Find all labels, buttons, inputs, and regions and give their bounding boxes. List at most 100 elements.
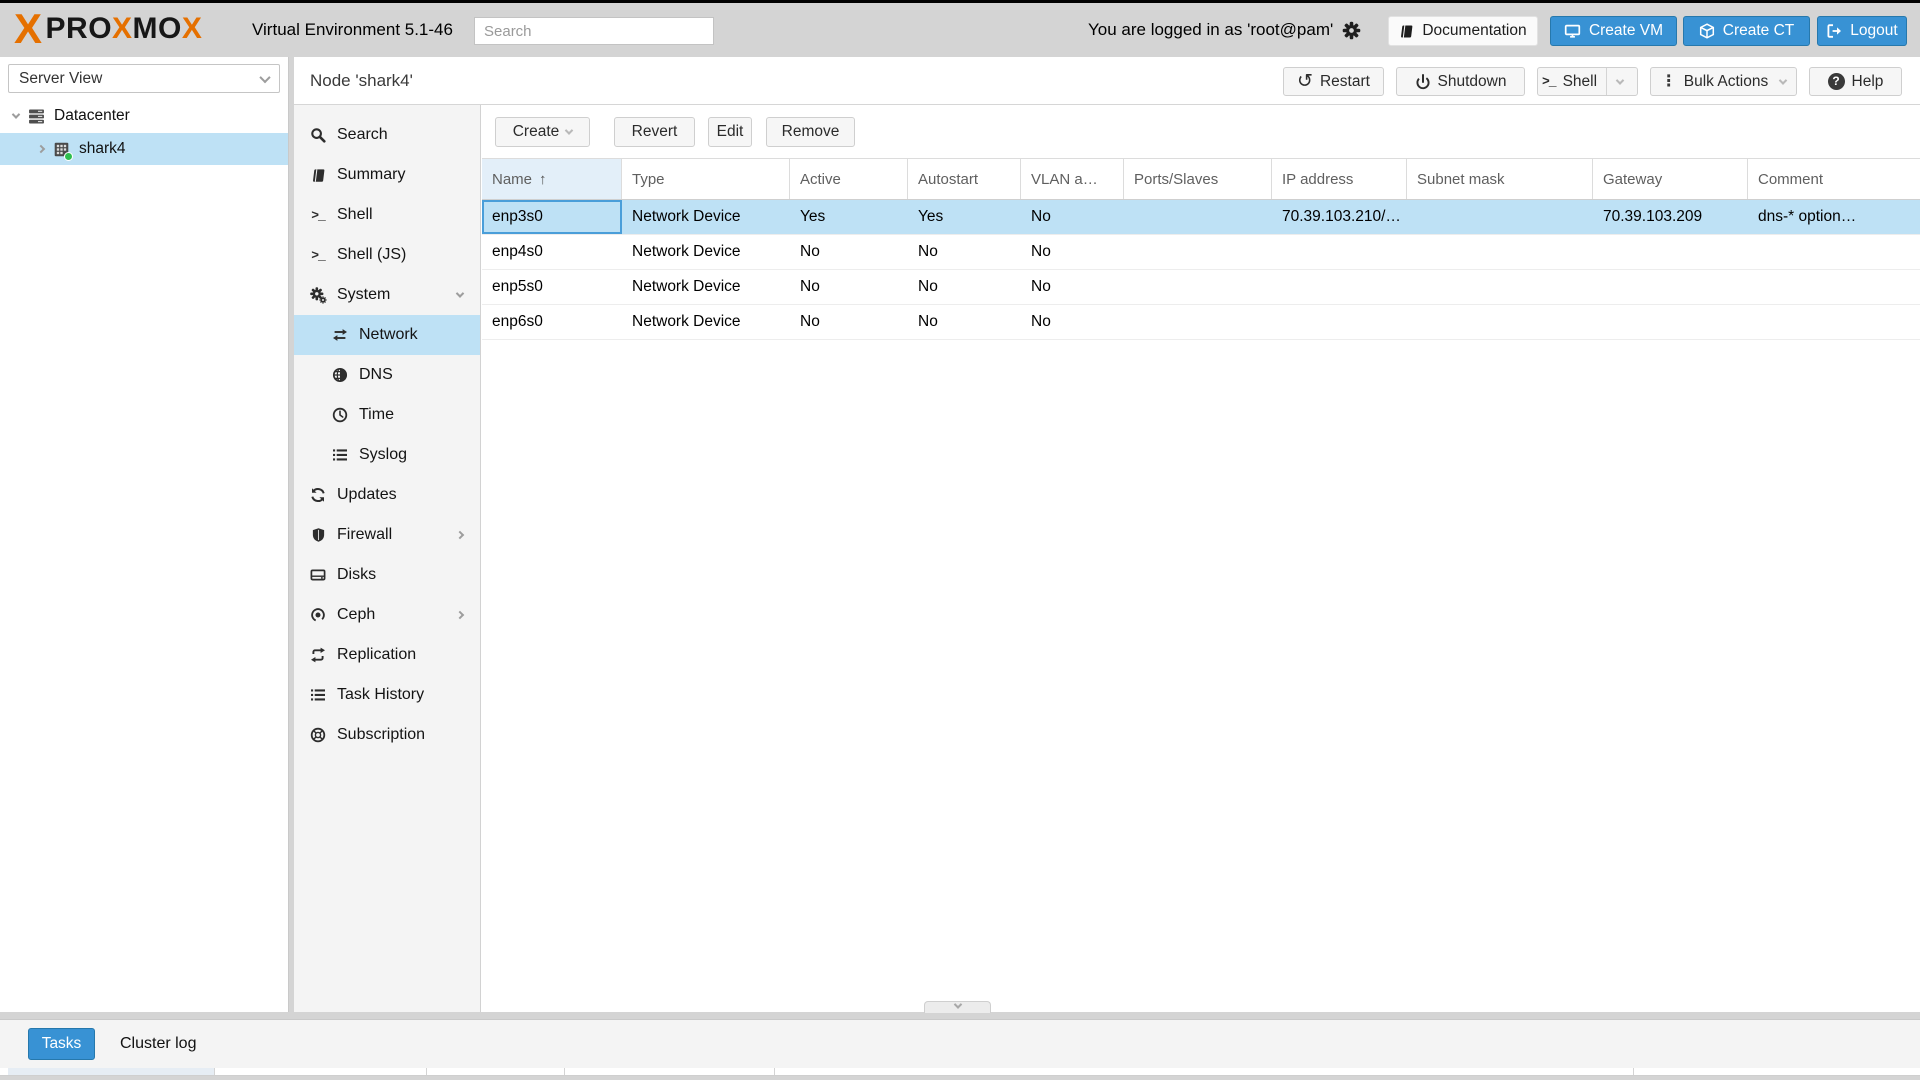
cluster-log-tab[interactable]: Cluster log (120, 1020, 196, 1068)
proxmox-logo: X PRO X MO X (14, 5, 203, 52)
menu-item-updates[interactable]: Updates (294, 475, 480, 515)
sort-asc-icon: ↑ (539, 170, 547, 188)
table-row-enp5s0[interactable]: enp5s0 Network Device No No No (482, 270, 1920, 305)
logout-button[interactable]: Logout (1817, 16, 1907, 46)
server-stack-icon (28, 108, 45, 125)
menu-item-task-history[interactable]: Task History (294, 675, 480, 715)
tasks-tab[interactable]: Tasks (28, 1028, 95, 1060)
node-icon (53, 141, 73, 161)
column-header-type[interactable]: Type (622, 159, 790, 199)
tree-item-datacenter[interactable]: Datacenter (0, 100, 288, 132)
monitor-icon (1564, 23, 1581, 39)
create-ct-button[interactable]: Create CT (1683, 16, 1810, 46)
menu-item-network[interactable]: Network (294, 315, 480, 355)
chevron-down-icon[interactable] (455, 289, 465, 298)
table-row-enp3s0[interactable]: enp3s0 Network Device Yes Yes No 70.39.1… (482, 200, 1920, 235)
chevron-right-icon[interactable] (455, 610, 465, 620)
column-header-active[interactable]: Active (790, 159, 908, 199)
book-icon (1399, 24, 1414, 39)
sign-out-icon (1826, 23, 1842, 39)
search-icon (308, 127, 328, 143)
shutdown-button[interactable]: Shutdown (1396, 67, 1525, 96)
restart-icon: ↺ (1297, 70, 1313, 92)
create-button[interactable]: Create (495, 117, 590, 147)
chevron-down-icon (1615, 75, 1625, 85)
help-icon: ? (1827, 73, 1845, 90)
menu-item-syslog[interactable]: Syslog (294, 435, 480, 475)
product-version: Virtual Environment 5.1-46 (252, 20, 453, 39)
page-title: Node 'shark4' (310, 71, 413, 90)
book-icon (308, 168, 328, 183)
menu-item-shell-js[interactable]: >_ Shell (JS) (294, 235, 480, 275)
lifebuoy-icon (308, 727, 328, 743)
network-content: Create Revert Edit Remove Name ↑ Type Act… (482, 105, 1920, 1012)
tasks-grid-header-sliver (0, 1068, 1920, 1076)
menu-item-time[interactable]: Time (294, 395, 480, 435)
chevron-down-icon (953, 1000, 962, 1009)
column-header-ip-address[interactable]: IP address (1272, 159, 1407, 199)
restart-button[interactable]: ↺ Restart (1283, 67, 1384, 96)
menu-item-shell[interactable]: >_ Shell (294, 195, 480, 235)
list-icon (308, 687, 328, 703)
column-header-vlan-aware[interactable]: VLAN a… (1021, 159, 1124, 199)
menu-item-firewall[interactable]: Firewall (294, 515, 480, 555)
menu-item-search[interactable]: Search (294, 115, 480, 155)
login-status: You are logged in as 'root@pam' (1088, 3, 1361, 57)
create-vm-button[interactable]: Create VM (1550, 16, 1677, 46)
tasks-col-6 (1634, 1068, 1920, 1075)
cube-icon (1699, 23, 1715, 39)
column-header-autostart[interactable]: Autostart (908, 159, 1021, 199)
swap-arrows-icon (330, 327, 350, 343)
resource-tree-panel: Server View Datacenter shark4 (0, 57, 289, 1012)
column-header-subnet-mask[interactable]: Subnet mask (1407, 159, 1593, 199)
grid-toolbar: Create Revert Edit Remove (482, 105, 1920, 158)
table-row-enp6s0[interactable]: enp6s0 Network Device No No No (482, 305, 1920, 340)
node-panel: Node 'shark4' ↺ Restart Shutdown >_ Shel… (294, 57, 1920, 1012)
gear-icon[interactable] (1342, 21, 1361, 40)
tree-item-shark4[interactable]: shark4 (0, 133, 288, 165)
grid-header-row: Name ↑ Type Active Autostart VLAN a… Port… (482, 158, 1920, 200)
menu-item-replication[interactable]: Replication (294, 635, 480, 675)
view-selector[interactable]: Server View (8, 64, 280, 93)
ceph-icon (308, 607, 328, 623)
chevron-right-icon[interactable] (455, 530, 465, 540)
expander-icon[interactable] (11, 110, 21, 119)
menu-item-summary[interactable]: Summary (294, 155, 480, 195)
documentation-button[interactable]: Documentation (1388, 16, 1538, 46)
tasks-col-2 (215, 1068, 427, 1075)
chevron-down-icon (259, 71, 271, 83)
menu-item-system[interactable]: System (294, 275, 480, 315)
table-row-enp4s0[interactable]: enp4s0 Network Device No No No (482, 235, 1920, 270)
bottom-panel-collapse-handle[interactable] (924, 1000, 991, 1013)
menu-item-ceph[interactable]: Ceph (294, 595, 480, 635)
chevron-down-icon (1778, 75, 1788, 85)
column-header-gateway[interactable]: Gateway (1593, 159, 1748, 199)
menu-item-dns[interactable]: DNS (294, 355, 480, 395)
column-header-name[interactable]: Name ↑ (482, 159, 622, 199)
gears-icon (308, 286, 328, 304)
help-button[interactable]: ? Help (1809, 67, 1902, 96)
shell-dropdown-arrow[interactable] (1606, 68, 1633, 95)
clock-icon (330, 407, 350, 423)
terminal-icon: >_ (311, 207, 326, 223)
terminal-icon: >_ (1541, 74, 1557, 89)
edit-button[interactable]: Edit (708, 117, 752, 147)
shell-button[interactable]: >_ Shell (1537, 67, 1638, 96)
menu-item-subscription[interactable]: Subscription (294, 715, 480, 755)
shield-icon (308, 527, 328, 543)
node-panel-header: Node 'shark4' ↺ Restart Shutdown >_ Shel… (294, 57, 1920, 105)
node-menu: Search Summary >_ Shell >_ Shell (JS) Sy… (294, 105, 481, 1012)
network-interfaces-grid: Name ↑ Type Active Autostart VLAN a… Port… (482, 158, 1920, 1012)
global-search-input[interactable] (474, 17, 714, 45)
list-icon (330, 447, 350, 463)
terminal-icon: >_ (311, 247, 326, 263)
globe-icon (330, 367, 350, 383)
menu-item-disks[interactable]: Disks (294, 555, 480, 595)
bulk-actions-button[interactable]: ⋮ Bulk Actions (1650, 67, 1797, 96)
remove-button[interactable]: Remove (766, 117, 855, 147)
column-header-comment[interactable]: Comment (1748, 159, 1920, 199)
revert-button[interactable]: Revert (614, 117, 695, 147)
column-header-ports-slaves[interactable]: Ports/Slaves (1124, 159, 1272, 199)
expander-icon[interactable] (36, 144, 46, 154)
disk-icon (308, 567, 328, 583)
